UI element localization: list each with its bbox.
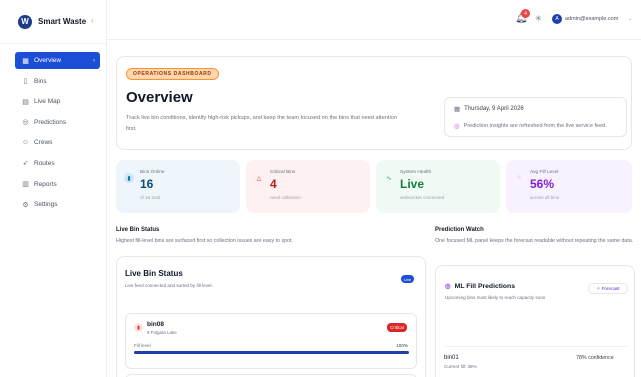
bar-chart-icon: ▥ [22, 181, 29, 189]
stat-label: System Health [400, 170, 432, 175]
stat-value: 4 [270, 177, 277, 191]
topbar: 🔔︎ 4 ✳ A admin@example.com ⌄ [107, 0, 641, 40]
app-logo: W [18, 14, 32, 29]
sidebar-item-predictions[interactable]: ◎ Predictions [18, 114, 100, 131]
refresh-note-row: ◎ Prediction insights are refreshed from… [454, 122, 607, 130]
stat-label: Bins Online [140, 170, 165, 175]
warning-icon: △ [256, 175, 262, 182]
sidebar-item-live-map[interactable]: ▤ Live Map [18, 93, 100, 110]
user-email[interactable]: admin@example.com [565, 16, 618, 22]
sidebar-item-reports[interactable]: ▥ Reports [18, 176, 100, 193]
stat-hint: of 16 total [140, 195, 161, 200]
divider [445, 346, 628, 347]
sidebar-item-label: Bins [34, 77, 47, 85]
stat-value: 16 [140, 177, 154, 191]
users-icon: ☺ [21, 139, 30, 147]
fill-value: 100% [396, 343, 408, 348]
fill-progress-track [134, 351, 409, 354]
navigation-icon: ➶ [22, 160, 29, 168]
stat-label: Critical Bins [270, 170, 296, 175]
date-row: ▦ Thursday, 9 April 2026 [454, 105, 524, 113]
stat-value: 56% [530, 177, 555, 191]
page-title: Overview [126, 89, 193, 106]
sidebar-item-label: Reports [34, 180, 57, 188]
sidebar-item-settings[interactable]: ⚙ Settings [18, 196, 100, 213]
activity-icon: ∿ [386, 175, 392, 182]
stat-hint: websocket connected [400, 195, 445, 200]
sidebar: W Smart Waste ‹ ▦ Overview › ▯ Bins ▤ Li… [0, 0, 107, 377]
prediction-section-subtitle: One focused ML panel keeps the forecast … [435, 238, 634, 244]
section-badge: OPERATIONS DASHBOARD [126, 68, 219, 80]
forecast-button[interactable]: ✧ Forecast [588, 283, 628, 294]
prediction-bin-name: bin01 [444, 355, 459, 361]
notification-badge: 4 [521, 9, 530, 18]
chevron-left-icon[interactable]: ‹ [91, 16, 94, 25]
prediction-confidence: 78% confidence [576, 355, 614, 361]
stat-label: Avg Fill Level [530, 170, 559, 175]
page-subtitle: Track live bin conditions, identify high… [126, 115, 397, 132]
sidebar-nav: ▦ Overview › ▯ Bins ▤ Live Map ◎ Predict… [0, 44, 106, 213]
date-info-card: ▦ Thursday, 9 April 2026 ◎ Prediction in… [444, 97, 627, 137]
sidebar-item-label: Settings [34, 201, 58, 209]
live-section-title: Live Bin Status [116, 227, 160, 233]
refresh-note: Prediction insights are refreshed from t… [463, 123, 607, 129]
prediction-current-fill: Current fill: 38% [444, 364, 477, 369]
hero-card: OPERATIONS DASHBOARD Overview Track live… [116, 56, 632, 150]
stat-hint: across all bins [530, 195, 560, 200]
chevron-down-icon[interactable]: ⌄ [628, 16, 633, 22]
sidebar-item-label: Live Map [34, 98, 61, 106]
sidebar-item-label: Overview [34, 57, 62, 64]
panel-subtitle: Live feed connected and sorted by fill l… [125, 283, 213, 288]
trash-icon: ▮ [124, 173, 134, 183]
gear-icon: ⚙ [22, 201, 29, 209]
panel-subtitle: Upcoming bins most likely to reach capac… [445, 295, 546, 300]
fill-label: Fill level [134, 343, 151, 348]
fill-progress-bar [134, 351, 409, 354]
target-icon: ◎ [445, 283, 451, 290]
status-badge: Critical [387, 323, 407, 332]
live-bin-status-panel: Live Bin Status Live feed connected and … [116, 256, 426, 377]
stat-card-avg-fill: ◌ Avg Fill Level 56% across all bins [506, 160, 632, 213]
map-icon: ▤ [22, 98, 29, 106]
app-name: Smart Waste [38, 17, 87, 26]
sidebar-item-label: Routes [34, 159, 55, 167]
bin-name: bin08 [147, 321, 164, 328]
grid-icon: ▦ [22, 57, 29, 65]
target-icon: ◎ [22, 119, 29, 127]
stat-hint: need collection [270, 195, 301, 200]
stat-card-critical-bins: △ Critical Bins 4 need collection [246, 160, 370, 213]
panel-title: ML Fill Predictions [454, 282, 515, 290]
live-section-subtitle: Highest fill-level bins are surfaced fir… [116, 238, 293, 244]
panel-title-row: ◎ ML Fill Predictions [445, 282, 515, 291]
trash-icon: ▯ [23, 78, 28, 86]
live-badge: Live [401, 275, 414, 283]
stat-value: Live [400, 177, 425, 191]
sidebar-item-routes[interactable]: ➶ Routes [18, 155, 100, 172]
bin-card[interactable]: ▮ bin08 9 Fulgata Lake Critical Fill lev… [125, 313, 417, 369]
avatar[interactable]: A [552, 14, 562, 24]
sidebar-item-label: Predictions [34, 118, 67, 126]
trash-icon: ▮ [134, 323, 143, 332]
sidebar-item-overview[interactable]: ▦ Overview › [15, 52, 100, 69]
stat-card-bins-online: ▮ Bins Online 16 of 16 total [116, 160, 240, 213]
stat-card-system-health: ∿ System Health Live websocket connected [376, 160, 500, 213]
prediction-section-title: Prediction Watch [435, 227, 484, 233]
chevron-right-icon: › [93, 57, 95, 64]
forecast-label: Forecast [601, 286, 620, 291]
ml-predictions-panel: ◎ ML Fill Predictions Upcoming bins most… [435, 265, 635, 377]
gauge-icon: ◌ [517, 175, 521, 181]
sidebar-item-crews[interactable]: ☺ Crews [18, 134, 100, 151]
panel-title: Live Bin Status [125, 269, 183, 278]
refresh-icon: ◎ [454, 123, 460, 130]
sidebar-item-label: Crews [34, 139, 53, 147]
sidebar-item-bins[interactable]: ▯ Bins [18, 73, 100, 90]
calendar-icon: ▦ [454, 106, 461, 113]
current-date: Thursday, 9 April 2026 [464, 106, 524, 112]
bin-location: 9 Fulgata Lake [147, 330, 177, 335]
sun-icon[interactable]: ✳ [535, 14, 542, 23]
